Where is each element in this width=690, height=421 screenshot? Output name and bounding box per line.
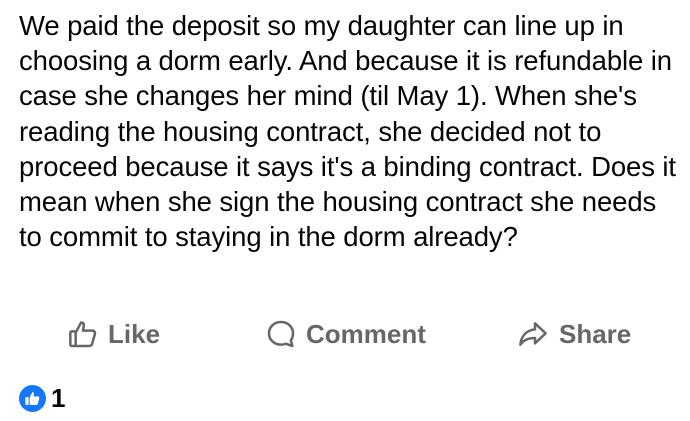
share-arrow-icon [516, 318, 550, 350]
speech-bubble-icon [265, 318, 297, 350]
like-label: Like [108, 318, 161, 349]
reaction-count: 1 [51, 382, 66, 413]
comment-label: Comment [306, 318, 426, 349]
like-button[interactable]: Like [67, 312, 160, 356]
post-action-bar: Like Comment Share [0, 312, 690, 356]
thumbs-up-icon [67, 318, 99, 350]
share-button[interactable]: Share [516, 312, 631, 356]
comment-button[interactable]: Comment [265, 312, 426, 356]
like-badge-icon [19, 384, 46, 412]
post-text: We paid the deposit so my daughter can l… [19, 10, 676, 253]
share-label: Share [559, 318, 632, 349]
reaction-summary[interactable]: 1 [19, 383, 65, 413]
